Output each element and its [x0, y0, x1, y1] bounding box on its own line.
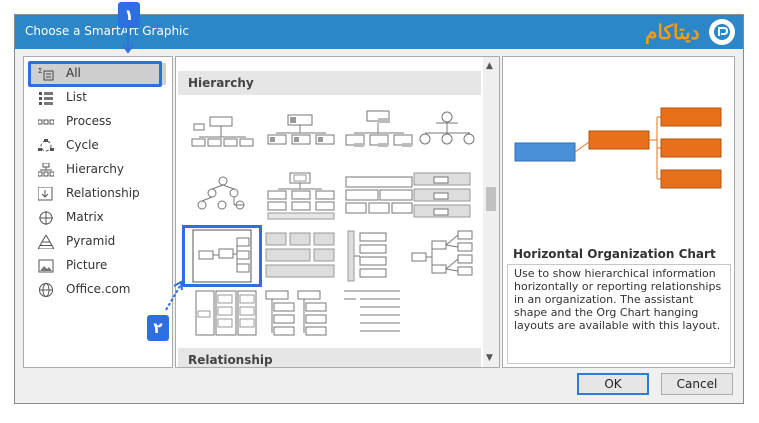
layout-thumbnail-labeled-hierarchy[interactable]	[264, 169, 338, 225]
picture-icon	[38, 259, 54, 273]
category-label: Hierarchy	[66, 162, 125, 176]
category-label: Office.com	[66, 282, 131, 296]
category-label: Relationship	[66, 186, 140, 200]
category-item-office-com[interactable]: Office.com	[30, 279, 166, 301]
preview-pane: Horizontal Organization Chart Use to sho…	[502, 56, 735, 368]
category-item-hierarchy[interactable]: Hierarchy	[30, 159, 166, 181]
step-badge-2: ٢	[147, 315, 169, 341]
globe-icon	[39, 283, 53, 297]
preview-child-box	[660, 138, 722, 158]
section-header-hierarchy: Hierarchy	[178, 71, 481, 95]
category-label: Process	[66, 114, 112, 128]
cycle-icon	[38, 139, 54, 152]
category-label: Matrix	[66, 210, 104, 224]
scrollbar-thumb[interactable]	[486, 187, 496, 211]
smartart-dialog: Choose a SmartArt Graphic دیتاکام Σ All …	[14, 14, 744, 404]
layout-thumbnail-picture-organization-chart[interactable]	[264, 105, 338, 161]
section-label: Hierarchy	[188, 76, 254, 90]
step-badge-1: ١	[118, 2, 140, 28]
category-item-process[interactable]: Process	[30, 111, 166, 133]
preview-diagram	[514, 107, 722, 189]
layout-thumbnail-horizontal-hierarchy-boxes-2[interactable]	[264, 229, 338, 285]
relationship-icon	[38, 187, 53, 201]
process-icon	[38, 119, 54, 125]
layout-thumbnail-organization-chart[interactable]	[186, 105, 260, 161]
preview-child-box	[660, 169, 722, 189]
brand-logo: دیتاکام	[645, 18, 735, 46]
category-item-relationship[interactable]: Relationship	[30, 183, 166, 205]
arrow-up-right-icon	[165, 280, 183, 311]
preview-child-box	[660, 107, 722, 127]
cancel-button[interactable]: Cancel	[661, 373, 733, 395]
ok-button[interactable]: OK	[577, 373, 649, 395]
layout-thumbnail-horizontal-organization-chart[interactable]	[182, 225, 262, 287]
gallery-scrollbar[interactable]: ▲ ▼	[483, 57, 499, 367]
pyramid-icon	[38, 235, 54, 249]
arrow-down-icon	[122, 26, 134, 54]
logo-wordmark: دیتاکام	[645, 20, 701, 44]
matrix-icon	[39, 211, 53, 225]
category-item-cycle[interactable]: Cycle	[30, 135, 166, 157]
preview-root-box	[514, 142, 576, 162]
layout-thumbnail-table-hierarchy[interactable]	[342, 169, 416, 225]
list-icon	[39, 92, 53, 105]
category-item-matrix[interactable]: Matrix	[30, 207, 166, 229]
category-label: Picture	[66, 258, 108, 272]
section-header-relationship: Relationship	[178, 348, 481, 367]
scroll-down-arrow-icon[interactable]: ▼	[486, 353, 493, 363]
logo-mark-icon	[709, 19, 735, 45]
hierarchy-icon	[38, 163, 54, 177]
preview-manager-box	[588, 130, 650, 150]
scroll-up-arrow-icon[interactable]: ▲	[486, 61, 493, 71]
all-highlight-box	[28, 61, 162, 87]
preview-title: Horizontal Organization Chart	[513, 247, 716, 261]
layout-thumbnail-name-and-title-org-chart[interactable]	[342, 105, 416, 161]
category-label: List	[66, 90, 87, 104]
layout-gallery: Hierarchy Relationship ▲ ▼	[175, 56, 500, 368]
layout-thumbnail-horizontal-hierarchy-boxes[interactable]	[410, 169, 484, 225]
preview-description: Use to show hierarchical information hor…	[507, 264, 731, 364]
layout-thumbnail-lined-list[interactable]	[342, 289, 416, 345]
category-item-list[interactable]: List	[30, 87, 166, 109]
layout-thumbnail-hierarchy[interactable]	[186, 169, 260, 225]
dialog-title: Choose a SmartArt Graphic	[25, 24, 189, 38]
layout-thumbnail-lined-list-hierarchy[interactable]	[186, 289, 260, 345]
layout-thumbnail-horizontal-multi-level[interactable]	[342, 229, 416, 285]
layout-thumbnail-horizontal-labeled-hierarchy[interactable]	[410, 229, 484, 285]
category-item-picture[interactable]: Picture	[30, 255, 166, 277]
layout-thumbnail-hierarchy-list[interactable]	[264, 289, 338, 345]
section-label: Relationship	[188, 353, 273, 367]
category-item-pyramid[interactable]: Pyramid	[30, 231, 166, 253]
layout-thumbnail-circle-org-chart[interactable]	[410, 105, 484, 161]
category-label: Pyramid	[66, 234, 116, 248]
category-label: Cycle	[66, 138, 99, 152]
